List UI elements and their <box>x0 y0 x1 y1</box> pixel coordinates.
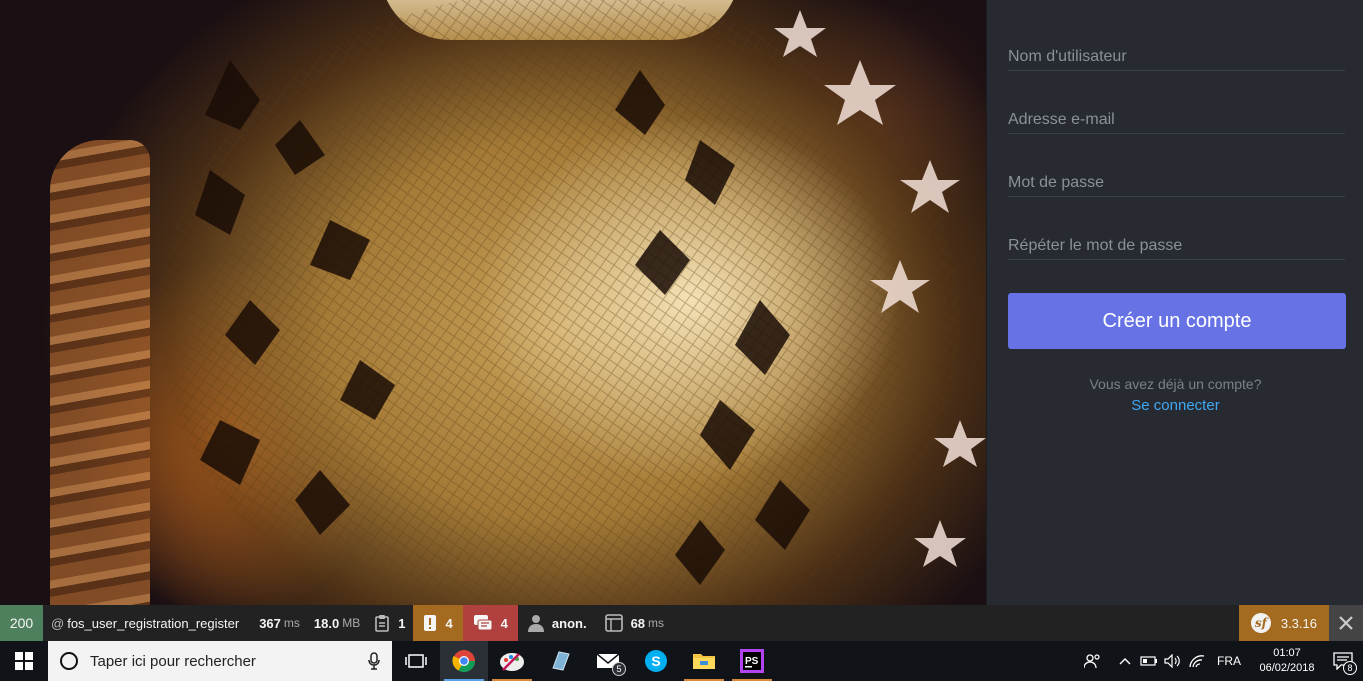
errors-panel[interactable]: 4 <box>462 605 518 641</box>
taskbar-app-mail[interactable]: 5 <box>584 641 632 681</box>
task-view-icon <box>405 654 427 668</box>
taskbar-app-chrome[interactable] <box>440 641 488 681</box>
notification-count: 8 <box>1343 661 1357 675</box>
twig-time-unit: ms <box>648 616 665 630</box>
file-explorer-icon <box>693 654 715 669</box>
twig-panel[interactable]: 68 ms <box>595 605 672 641</box>
status-code-badge[interactable]: 200 <box>0 605 43 641</box>
taskbar-app-phpstorm[interactable]: PS <box>728 641 776 681</box>
symfony-version-panel[interactable]: sf 3.3.16 <box>1238 605 1329 641</box>
errors-count: 4 <box>500 615 508 631</box>
taskbar-app-paint[interactable] <box>488 641 536 681</box>
route-name: fos_user_registration_register <box>67 615 240 631</box>
username-field[interactable] <box>1008 47 1345 71</box>
microphone-icon[interactable] <box>368 652 380 670</box>
taskbar-app-skype[interactable]: S <box>632 641 680 681</box>
volume-button[interactable] <box>1161 641 1185 681</box>
email-field[interactable] <box>1008 110 1345 134</box>
already-have-account-text: Vous avez déjà un compte? <box>1089 376 1262 392</box>
password-field[interactable] <box>1008 173 1345 197</box>
system-tray: FRA 01:07 06/02/2018 8 <box>1081 641 1363 681</box>
time-panel[interactable]: 367 ms <box>247 605 308 641</box>
svg-text:PS: PS <box>745 656 759 667</box>
cortana-icon <box>60 652 78 670</box>
search-placeholder: Taper ici pour rechercher <box>90 652 256 670</box>
login-link[interactable]: Se connecter <box>987 397 1363 414</box>
symfony-debug-toolbar: 200 @ fos_user_registration_register 367… <box>0 605 1363 641</box>
time-unit: ms <box>283 616 300 630</box>
windows-taskbar: Taper ici pour rechercher 5 S PS FRA 01:… <box>0 641 1363 681</box>
memory-value: 18.0 <box>313 615 340 631</box>
phpstorm-icon: PS <box>740 649 764 673</box>
clock[interactable]: 01:07 06/02/2018 <box>1251 646 1323 676</box>
forms-panel[interactable]: 1 <box>368 605 413 641</box>
lantern-pattern <box>160 0 986 605</box>
battery-button[interactable] <box>1137 641 1161 681</box>
warnings-panel[interactable]: 4 <box>413 605 463 641</box>
chevron-up-icon <box>1119 658 1131 665</box>
forms-count: 1 <box>398 615 406 631</box>
time-value: 367 <box>259 615 281 631</box>
chrome-icon <box>452 650 475 672</box>
clock-date: 06/02/2018 <box>1259 662 1315 674</box>
user-panel[interactable]: anon. <box>518 605 595 641</box>
warning-icon <box>423 614 437 632</box>
route-info[interactable]: @ fos_user_registration_register <box>43 605 247 641</box>
warnings-count: 4 <box>445 615 453 631</box>
template-icon <box>604 614 623 632</box>
start-button[interactable] <box>0 641 48 681</box>
windows-logo-icon <box>15 652 33 670</box>
background-image <box>0 0 986 605</box>
people-button[interactable] <box>1081 641 1105 681</box>
registration-panel: Créer un compte Vous avez déjà un compte… <box>986 0 1363 605</box>
mail-badge: 5 <box>612 662 626 676</box>
task-view-button[interactable] <box>392 641 440 681</box>
volume-icon <box>1164 654 1180 668</box>
action-center-button[interactable]: 8 <box>1323 641 1363 681</box>
paint-icon <box>500 653 524 671</box>
people-icon <box>1084 654 1100 669</box>
taskbar-search-box[interactable]: Taper ici pour rechercher <box>48 641 392 681</box>
user-icon <box>527 614 544 632</box>
close-icon <box>1339 616 1353 630</box>
clock-time: 01:07 <box>1273 647 1301 659</box>
svg-text:S: S <box>651 653 660 669</box>
skype-icon: S <box>645 650 667 672</box>
notepad-icon <box>552 651 570 671</box>
symfony-logo-icon: sf <box>1250 613 1271 633</box>
log-messages-icon <box>473 614 493 632</box>
wifi-button[interactable] <box>1185 641 1209 681</box>
taskbar-app-file-explorer[interactable] <box>680 641 728 681</box>
memory-panel[interactable]: 18.0 MB <box>308 605 368 641</box>
show-hidden-icons-button[interactable] <box>1113 641 1137 681</box>
password-repeat-field[interactable] <box>1008 236 1345 260</box>
close-toolbar-button[interactable] <box>1329 605 1363 641</box>
twig-time-value: 68 <box>630 615 646 631</box>
taskbar-app-notepad[interactable] <box>536 641 584 681</box>
user-name: anon. <box>551 615 587 631</box>
wifi-icon <box>1189 655 1205 668</box>
clipboard-icon <box>374 614 390 632</box>
create-account-button[interactable]: Créer un compte <box>1008 293 1346 349</box>
input-language[interactable]: FRA <box>1217 654 1241 668</box>
route-prefix: @ <box>51 615 65 631</box>
battery-icon <box>1140 656 1157 666</box>
symfony-version: 3.3.16 <box>1280 615 1317 631</box>
memory-unit: MB <box>342 616 361 630</box>
